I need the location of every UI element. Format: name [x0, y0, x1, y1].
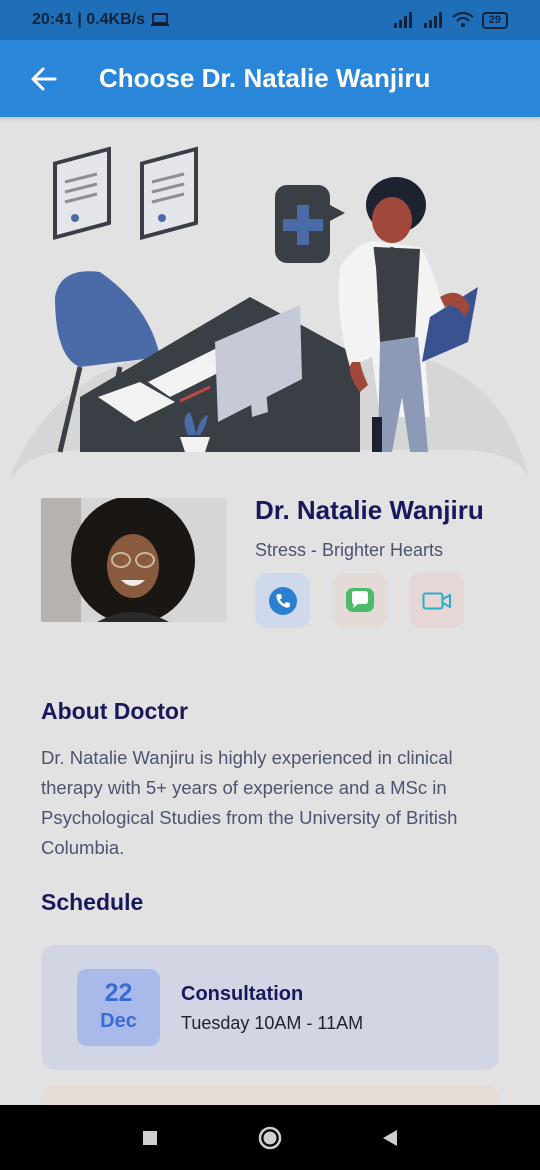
schedule-month: Dec	[100, 1010, 137, 1032]
contact-actions	[255, 573, 464, 628]
status-time: 20:41 | 0.4KB/s	[32, 11, 145, 28]
about-heading: About Doctor	[41, 698, 188, 724]
arrow-left-icon	[31, 67, 57, 90]
doctor-office-illustration	[10, 146, 528, 477]
wifi-icon	[452, 12, 474, 27]
chat-icon	[345, 587, 374, 612]
status-icons: 29	[392, 11, 508, 29]
doctor-portrait-image	[41, 498, 227, 622]
doctor-profile-card: Dr. Natalie Wanjiru Stress - Brighter He…	[41, 495, 501, 628]
schedule-heading: Schedule	[41, 889, 144, 915]
call-button[interactable]	[255, 573, 310, 628]
laptop-icon	[150, 13, 169, 26]
system-nav-bar	[0, 1105, 540, 1170]
triangle-back-icon	[383, 1129, 397, 1146]
about-text: Dr. Natalie Wanjiru is highly experience…	[41, 747, 458, 858]
schedule-card[interactable]: 22 Dec Consultation Tuesday 10AM - 11AM	[41, 945, 499, 1070]
status-bar: 20:41 | 0.4KB/s 29	[0, 0, 540, 40]
video-call-button[interactable]	[409, 573, 464, 628]
schedule-time: Tuesday 10AM - 11AM	[181, 1013, 364, 1033]
signal-icon	[423, 12, 442, 28]
square-icon	[143, 1130, 157, 1145]
home-button[interactable]	[250, 1118, 290, 1158]
video-camera-icon	[422, 592, 451, 609]
app-bar: Choose Dr. Natalie Wanjiru	[0, 40, 540, 117]
back-button[interactable]	[14, 49, 74, 109]
phone-icon	[268, 586, 297, 615]
battery-icon: 29	[481, 11, 508, 29]
doctor-specialty: Stress - Brighter Hearts	[255, 540, 444, 560]
page-title: Choose Dr. Natalie Wanjiru	[99, 63, 431, 93]
recents-button[interactable]	[130, 1118, 170, 1158]
schedule-date-badge: 22 Dec	[77, 969, 160, 1046]
signal-icon	[393, 12, 412, 28]
schedule-day: 22	[104, 979, 133, 1007]
back-nav-button[interactable]	[370, 1118, 410, 1158]
doctor-photo	[41, 498, 227, 622]
circle-icon	[258, 1126, 282, 1149]
message-button[interactable]	[332, 573, 387, 628]
schedule-title: Consultation	[181, 983, 304, 1005]
doctor-name: Dr. Natalie Wanjiru	[255, 495, 484, 525]
hero-illustration	[0, 117, 540, 477]
